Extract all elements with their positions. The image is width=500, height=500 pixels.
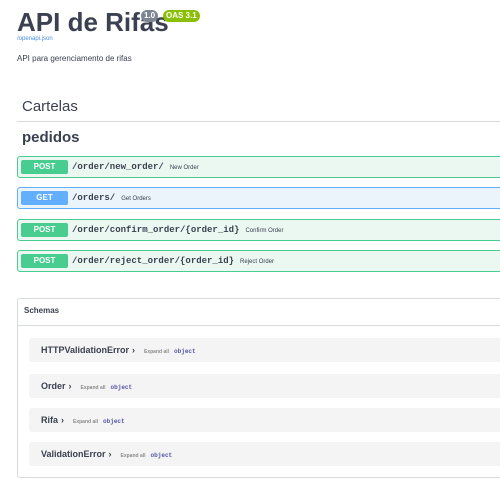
operation-get-orders[interactable]: GET /orders/Get Orders bbox=[17, 187, 500, 209]
operation-reject-order[interactable]: POST /order/reject_order/{order_id} Rejec… bbox=[17, 250, 500, 272]
model-rifa[interactable]: Rifa › Expand all object bbox=[29, 408, 500, 432]
model-type: object bbox=[110, 384, 133, 391]
schemas-header[interactable]: Schemas bbox=[18, 299, 500, 326]
method-badge-post: POST bbox=[21, 254, 68, 268]
model-name: ValidationError › Expand all object bbox=[41, 449, 173, 459]
method-badge-post: POST bbox=[21, 223, 68, 237]
model-order[interactable]: Order › Expand all object bbox=[29, 374, 500, 398]
schemas-section: Schemas HTTPValidationError › Expand all ob… bbox=[17, 298, 500, 478]
operation-summary: Get Orders bbox=[121, 196, 151, 202]
chevron-right-icon: › bbox=[108, 449, 112, 459]
openapi-json-link[interactable]: /openapi.json bbox=[17, 36, 53, 42]
oas-badge: OAS 3.1 bbox=[163, 10, 200, 22]
expand-all-link[interactable]: Expand all bbox=[81, 385, 106, 391]
model-type: object bbox=[174, 348, 196, 355]
model-name: Order › Expand all object bbox=[41, 381, 133, 391]
expand-all-link[interactable]: Expand all bbox=[144, 349, 169, 355]
api-description: API para gerenciamento de rifas bbox=[17, 54, 132, 63]
version-badge: 1.0 bbox=[141, 10, 159, 22]
expand-all-link[interactable]: Expand all bbox=[121, 453, 146, 459]
model-name: Rifa › Expand all object bbox=[41, 415, 125, 425]
operation-new-order[interactable]: POST /order/new_order/New Order bbox=[17, 156, 500, 178]
operation-summary: Confirm Order bbox=[245, 228, 284, 234]
model-type: object bbox=[103, 418, 125, 425]
operation-path: /order/confirm_order/{order_id} Confirm O… bbox=[72, 225, 284, 235]
method-badge-post: POST bbox=[21, 160, 68, 174]
operation-confirm-order[interactable]: POST /order/confirm_order/{order_id} Conf… bbox=[17, 219, 500, 241]
tag-section-pedidos[interactable]: pedidos bbox=[17, 128, 500, 150]
expand-all-link[interactable]: Expand all bbox=[73, 419, 98, 425]
tag-title-cartelas: Cartelas bbox=[22, 98, 78, 115]
model-httpvalidationerror[interactable]: HTTPValidationError › Expand all object bbox=[29, 338, 500, 362]
operation-summary: Reject Order bbox=[240, 259, 275, 265]
method-badge-get: GET bbox=[21, 191, 68, 205]
tag-title-pedidos: pedidos bbox=[22, 129, 80, 146]
model-type: object bbox=[150, 452, 173, 459]
chevron-right-icon: › bbox=[61, 415, 65, 425]
operation-path: /order/reject_order/{order_id} Reject Ord… bbox=[72, 256, 275, 266]
chevron-right-icon: › bbox=[68, 381, 72, 391]
model-name: HTTPValidationError › Expand all object bbox=[41, 345, 196, 355]
operation-summary: New Order bbox=[169, 165, 199, 171]
operation-path: /order/new_order/New Order bbox=[72, 162, 199, 172]
tag-section-cartelas[interactable]: Cartelas bbox=[17, 94, 500, 122]
chevron-right-icon: › bbox=[132, 345, 136, 355]
schemas-title: Schemas bbox=[24, 306, 60, 315]
model-validationerror[interactable]: ValidationError › Expand all object bbox=[29, 442, 500, 466]
operation-path: /orders/Get Orders bbox=[72, 193, 151, 203]
